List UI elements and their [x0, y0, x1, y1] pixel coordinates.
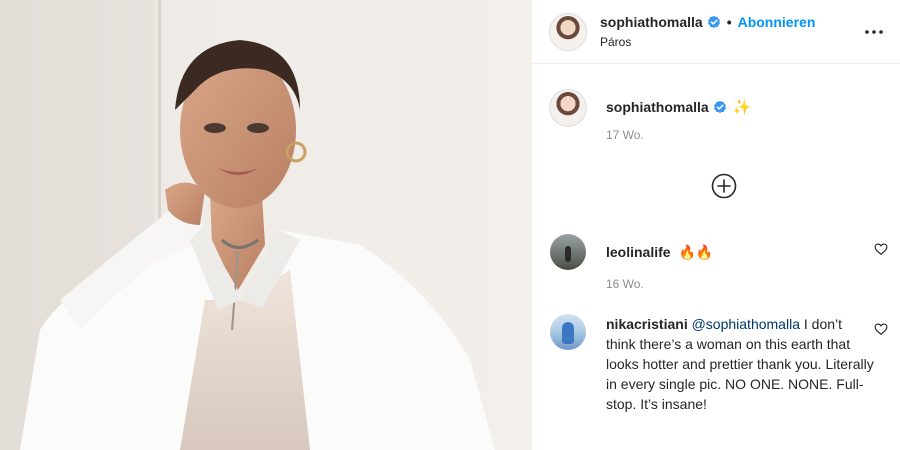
commenter-avatar[interactable] [550, 314, 586, 350]
caption-body: sophiathomalla ✨ 17 Wo. [606, 90, 751, 142]
post-location[interactable]: Páros [600, 33, 815, 51]
follow-button[interactable]: Abonnieren [738, 13, 816, 31]
heart-icon[interactable] [874, 322, 888, 336]
verified-badge-icon [707, 15, 720, 28]
caption-author-username[interactable]: sophiathomalla [606, 99, 709, 115]
comment-text: 🔥🔥 [678, 244, 714, 260]
post-photo[interactable] [0, 0, 531, 450]
caption-verified-badge-icon [713, 100, 726, 114]
post-side-panel: sophiathomalla • Abonnieren Páros sophia… [531, 0, 900, 450]
comment-line: leolinalife 🔥🔥 [606, 242, 874, 262]
post-caption: sophiathomalla ✨ 17 Wo. [532, 64, 900, 142]
separator-dot: • [726, 13, 732, 30]
author-avatar[interactable] [550, 13, 586, 50]
comment-username[interactable]: leolinalife [606, 244, 671, 260]
post-header: sophiathomalla • Abonnieren Páros [532, 0, 900, 64]
photo-woman-in-white-blazer [0, 0, 531, 450]
author-info: sophiathomalla • Abonnieren Páros [600, 13, 815, 51]
commenter-avatar[interactable] [550, 234, 586, 270]
comment-timestamp[interactable]: 16 Wo. [606, 274, 874, 294]
comment-mention[interactable]: @sophiathomalla [692, 316, 800, 332]
comment-item: leolinalife 🔥🔥 16 Wo. [550, 234, 890, 294]
caption-author-avatar[interactable] [550, 90, 586, 126]
caption-timestamp[interactable]: 17 Wo. [606, 128, 751, 142]
instagram-post: sophiathomalla • Abonnieren Páros sophia… [0, 0, 900, 450]
load-more-comments-icon[interactable] [710, 172, 738, 200]
comment-body: nikacristiani @sophiathomalla I don’t th… [606, 314, 874, 414]
comment-body: leolinalife 🔥🔥 16 Wo. [606, 234, 874, 294]
caption-line: sophiathomalla ✨ [606, 98, 751, 116]
comment-item: nikacristiani @sophiathomalla I don’t th… [550, 314, 890, 414]
more-options-icon[interactable] [864, 22, 884, 42]
author-row: sophiathomalla • Abonnieren [600, 13, 815, 31]
author-username[interactable]: sophiathomalla [600, 13, 703, 31]
comment-username[interactable]: nikacristiani [606, 316, 688, 332]
heart-icon[interactable] [874, 242, 888, 256]
caption-text: ✨ [732, 99, 752, 116]
